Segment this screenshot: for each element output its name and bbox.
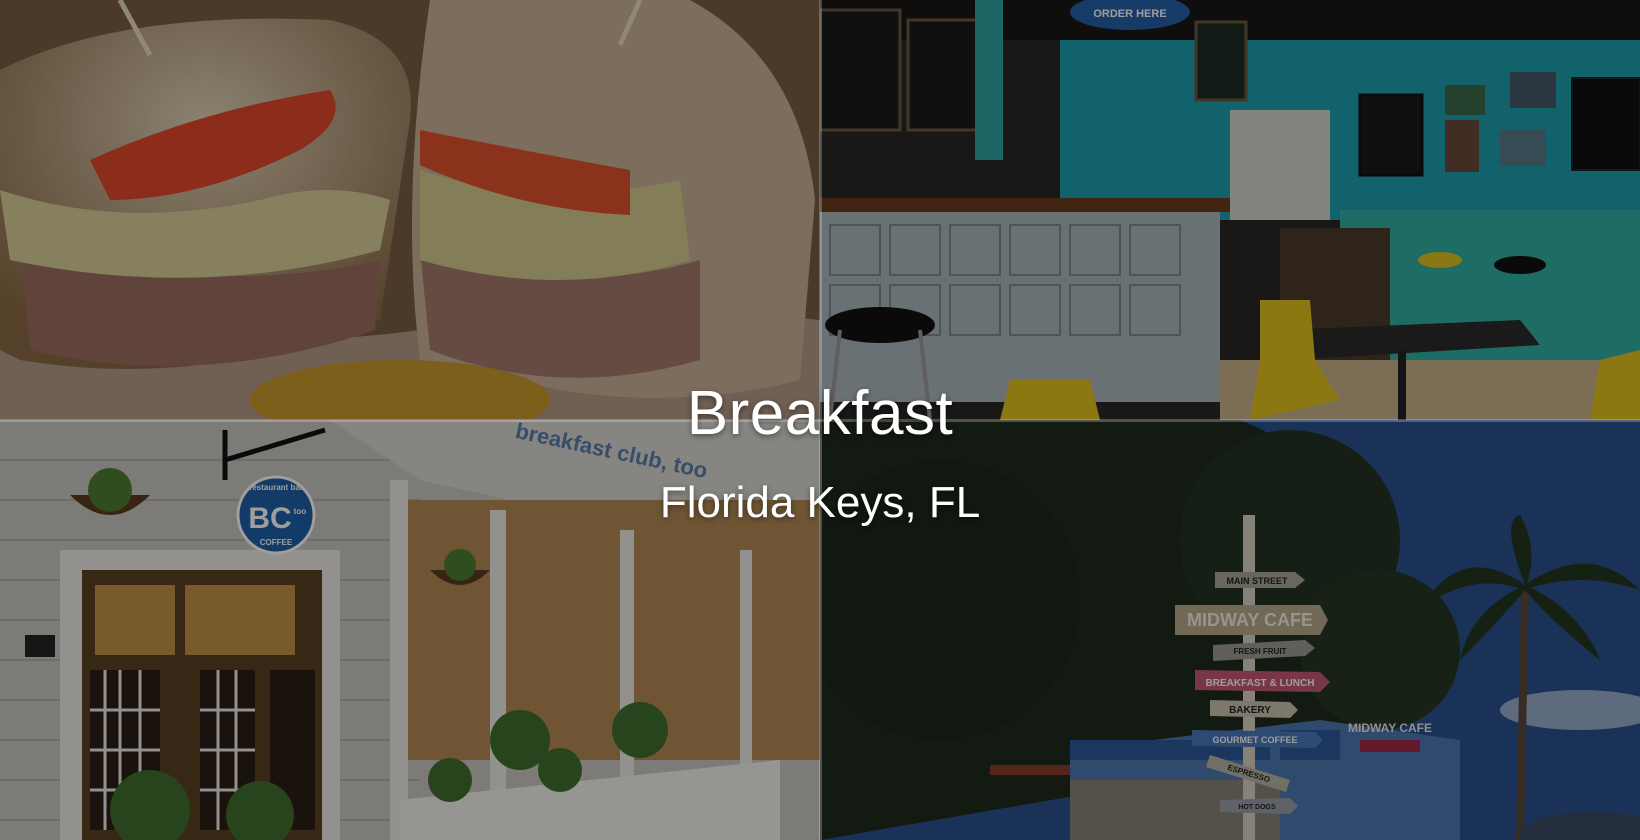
signpost-sign-3: BREAKFAST & LUNCH [1206, 678, 1315, 689]
signpost-sign-5: GOURMET COFFEE [1213, 735, 1298, 745]
building-sign: MIDWAY CAFE [1348, 721, 1432, 735]
signpost-sign-1: MIDWAY CAFE [1187, 610, 1313, 630]
cafe-interior-photo: ORDER HERE [820, 0, 1640, 420]
order-here-sign: ORDER HERE [1093, 8, 1166, 20]
signpost-sign-7: HOT DOGS [1238, 804, 1276, 811]
signpost-sign-0: MAIN STREET [1226, 576, 1288, 586]
signpost-sign-2: FRESH FRUIT [1234, 647, 1287, 656]
logo-bottom-text: COFFEE [260, 538, 293, 547]
sandwich-photo [0, 0, 820, 420]
page-subtitle: Florida Keys, FL [659, 478, 981, 527]
page-title: Breakfast [686, 379, 954, 448]
signpost-sign-4: BAKERY [1229, 705, 1271, 716]
